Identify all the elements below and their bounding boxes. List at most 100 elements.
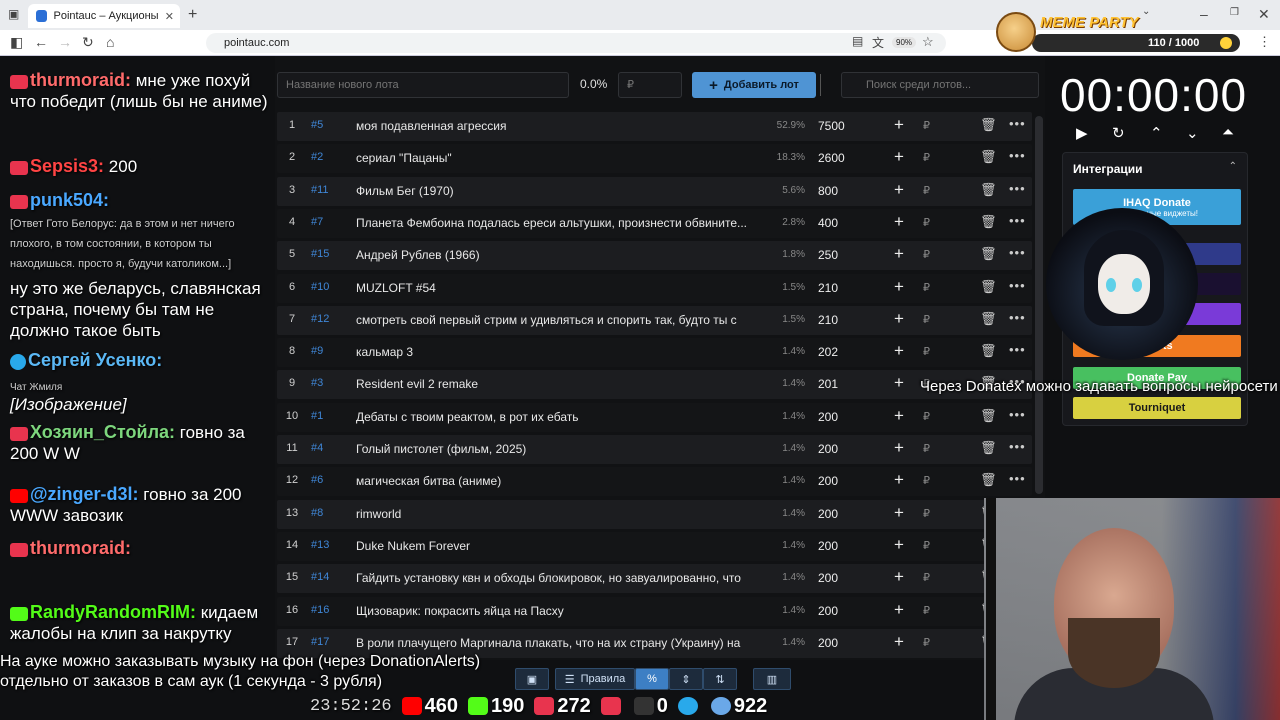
percent-toggle-button[interactable]: % [635, 668, 669, 690]
currency-icon[interactable]: ₽ [923, 571, 930, 584]
currency-icon[interactable]: ₽ [923, 248, 930, 261]
scrollbar[interactable] [1035, 116, 1043, 494]
add-lot-button[interactable]: + Добавить лот [692, 72, 816, 98]
more-options-icon[interactable]: ••• [1009, 213, 1026, 228]
delete-lot-icon[interactable]: 🗑 [980, 279, 997, 295]
add-amount-icon[interactable]: + [894, 244, 904, 264]
add-amount-icon[interactable]: + [894, 115, 904, 135]
menu-dots-icon[interactable]: ⋮ [1258, 34, 1271, 50]
more-options-icon[interactable]: ••• [1009, 116, 1026, 131]
add-amount-icon[interactable]: + [894, 147, 904, 167]
add-amount-icon[interactable]: + [894, 503, 904, 523]
add-amount-icon[interactable]: + [894, 309, 904, 329]
tab-pointauc[interactable]: Pointauc – Аукционы, лотереи ✕ [28, 4, 180, 28]
translate-icon[interactable]: 文 [872, 34, 884, 51]
delete-lot-icon[interactable]: 🗑 [980, 408, 997, 424]
add-amount-icon[interactable]: + [894, 212, 904, 232]
delete-lot-icon[interactable]: 🗑 [980, 440, 997, 456]
delete-lot-icon[interactable]: 🗑 [980, 311, 997, 327]
favorite-star-icon[interactable]: ☆ [922, 34, 934, 50]
more-options-icon[interactable]: ••• [1009, 310, 1026, 325]
save-icon[interactable]: ▣ [515, 668, 549, 690]
tab-actions-icon[interactable]: ▣ [8, 7, 19, 21]
currency-icon[interactable]: ₽ [923, 345, 930, 358]
url-field[interactable]: pointauc.com [206, 33, 946, 53]
back-icon[interactable]: ← [34, 34, 48, 50]
lot-row[interactable]: 15 #14 Гайдить установку квн и обходы блок… [277, 564, 1032, 594]
rules-button[interactable]: ☰ Правила [555, 668, 635, 690]
currency-icon[interactable]: ₽ [923, 313, 930, 326]
new-tab-icon[interactable]: + [188, 6, 197, 24]
sidebar-icon[interactable]: ◧ [10, 34, 23, 51]
currency-icon[interactable]: ₽ [923, 281, 930, 294]
currency-icon[interactable]: ₽ [923, 184, 930, 197]
delete-lot-icon[interactable]: 🗑 [980, 343, 997, 359]
lot-row[interactable]: 4 #7 Планета Фембоина подалась ереси альту… [277, 208, 1032, 238]
close-window-icon[interactable]: ✕ [1258, 6, 1270, 23]
restart-icon[interactable]: ↻ [1112, 124, 1125, 142]
lot-row[interactable]: 10 #1 Дебаты с твоим реактом, в рот их еба… [277, 402, 1032, 432]
chevron-up-icon[interactable]: ⌃ [1150, 124, 1163, 142]
delete-lot-icon[interactable]: 🗑 [980, 472, 997, 488]
play-icon[interactable]: ▶ [1076, 124, 1088, 142]
clear-lots-icon[interactable]: ▥ [753, 668, 791, 690]
more-options-icon[interactable]: ••• [1009, 148, 1026, 163]
lot-row[interactable]: 7 #12 смотреть свой первый стрим и удивлят… [277, 305, 1032, 335]
lot-row[interactable]: 13#8rimworld1.4%200+₽🗑••• [277, 499, 1032, 529]
double-chevron-up-icon[interactable]: ⏶ [1222, 124, 1234, 141]
currency-icon[interactable]: ₽ [923, 216, 930, 229]
lot-row[interactable]: 16 #16 Щизоварик: покрасить яйца на Пасху 1… [277, 596, 1032, 626]
lot-row[interactable]: 1 #5 моя подавленная агрессия 52.9% 7500 + ₽ 🗑 •… [277, 112, 1032, 141]
reload-icon[interactable]: ↻ [82, 34, 94, 51]
more-options-icon[interactable]: ••• [1009, 278, 1026, 293]
integration-button[interactable]: Tourniquet [1073, 397, 1241, 419]
add-amount-icon[interactable]: + [894, 341, 904, 361]
close-tab-icon[interactable]: ✕ [165, 10, 174, 23]
currency-icon[interactable]: ₽ [923, 119, 930, 132]
sort-icon[interactable]: ⇅ [703, 668, 737, 690]
lot-row[interactable]: 9 #3 Resident evil 2 remake 1.4% 201 + ₽ 🗑 ••• [277, 370, 1032, 400]
currency-icon[interactable]: ₽ [923, 636, 930, 649]
more-options-icon[interactable]: ••• [1009, 342, 1026, 357]
read-mode-icon[interactable]: ▤ [852, 34, 863, 48]
more-options-icon[interactable]: ••• [1009, 439, 1026, 454]
currency-icon[interactable]: ₽ [923, 474, 930, 487]
compress-icon[interactable]: ⇕ [669, 668, 703, 690]
lot-row[interactable]: 12 #6 магическая битва (аниме) 1.4% 200 + ₽ 🗑 ••… [277, 467, 1032, 497]
add-amount-icon[interactable]: + [894, 535, 904, 555]
currency-icon[interactable]: ₽ [923, 604, 930, 617]
more-options-icon[interactable]: ••• [1009, 181, 1026, 196]
lot-row[interactable]: 2 #2 сериал "Пацаны" 18.3% 2600 + ₽ 🗑 ••• [277, 144, 1032, 174]
more-options-icon[interactable]: ••• [1009, 245, 1026, 260]
lot-row[interactable]: 5 #15 Андрей Рублев (1966) 1.8% 250 + ₽ 🗑 ••• [277, 241, 1032, 271]
add-amount-icon[interactable]: + [894, 567, 904, 587]
lot-row[interactable]: 8 #9 кальмар 3 1.4% 202 + ₽ 🗑 ••• [277, 338, 1032, 368]
lot-row[interactable]: 14#13Duke Nukem Forever1.4%200+₽🗑••• [277, 531, 1032, 561]
lot-row[interactable]: 3 #11 Фильм Бег (1970) 5.6% 800 + ₽ 🗑 ••• [277, 176, 1032, 206]
add-amount-icon[interactable]: + [894, 438, 904, 458]
add-amount-icon[interactable]: + [894, 470, 904, 490]
add-amount-icon[interactable]: + [894, 632, 904, 652]
collapse-chevron-icon[interactable]: ⌃ [1229, 161, 1237, 172]
add-amount-icon[interactable]: + [894, 277, 904, 297]
delete-lot-icon[interactable]: 🗑 [980, 149, 997, 165]
delete-lot-icon[interactable]: 🗑 [980, 246, 997, 262]
chevron-down-icon[interactable]: ⌄ [1186, 124, 1199, 142]
delete-lot-icon[interactable]: 🗑 [980, 182, 997, 198]
currency-icon[interactable]: ₽ [923, 539, 930, 552]
add-amount-icon[interactable]: + [894, 180, 904, 200]
delete-lot-icon[interactable]: 🗑 [980, 117, 997, 133]
currency-icon[interactable]: ₽ [923, 507, 930, 520]
add-amount-icon[interactable]: + [894, 600, 904, 620]
add-amount-icon[interactable]: + [894, 373, 904, 393]
currency-icon[interactable]: ₽ [923, 151, 930, 164]
lot-row[interactable]: 6 #10 MUZLOFT #54 1.5% 210 + ₽ 🗑 ••• [277, 273, 1032, 303]
forward-icon[interactable]: → [58, 34, 72, 50]
new-lot-name-input[interactable] [277, 72, 569, 98]
currency-icon[interactable]: ₽ [923, 442, 930, 455]
more-options-icon[interactable]: ••• [1009, 407, 1026, 422]
add-amount-icon[interactable]: + [894, 406, 904, 426]
currency-icon[interactable]: ₽ [923, 410, 930, 423]
lot-amount-input[interactable] [618, 72, 682, 98]
zoom-level[interactable]: 90% [892, 37, 917, 48]
